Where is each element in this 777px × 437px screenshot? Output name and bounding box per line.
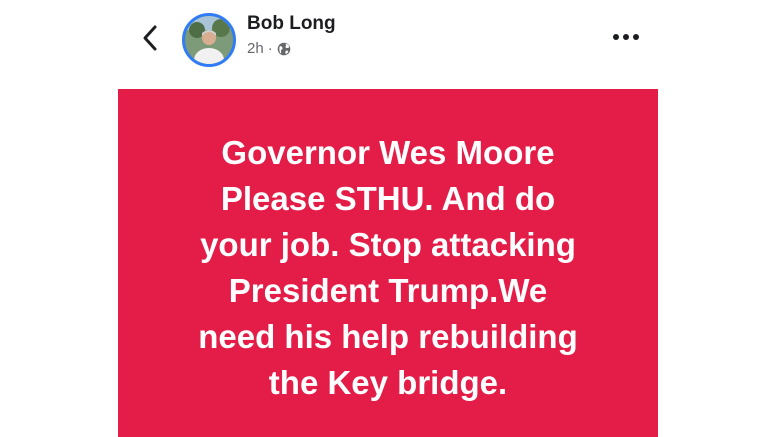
ellipsis-icon — [613, 34, 639, 40]
avatar[interactable] — [182, 13, 236, 67]
globe-icon — [277, 42, 290, 55]
profile-photo — [185, 16, 233, 64]
post-header: Bob Long 2h · — [0, 0, 777, 88]
author-name[interactable]: Bob Long — [247, 13, 336, 35]
post-text: Governor Wes Moore Please STHU. And do y… — [198, 134, 578, 401]
back-button[interactable] — [135, 20, 165, 56]
post-meta: 2h · — [247, 40, 291, 57]
post-background[interactable]: Governor Wes Moore Please STHU. And do y… — [118, 89, 658, 437]
post-timestamp[interactable]: 2h — [247, 40, 264, 57]
chevron-left-icon — [143, 25, 157, 51]
more-options-button[interactable] — [608, 24, 644, 50]
meta-separator: · — [267, 40, 273, 57]
